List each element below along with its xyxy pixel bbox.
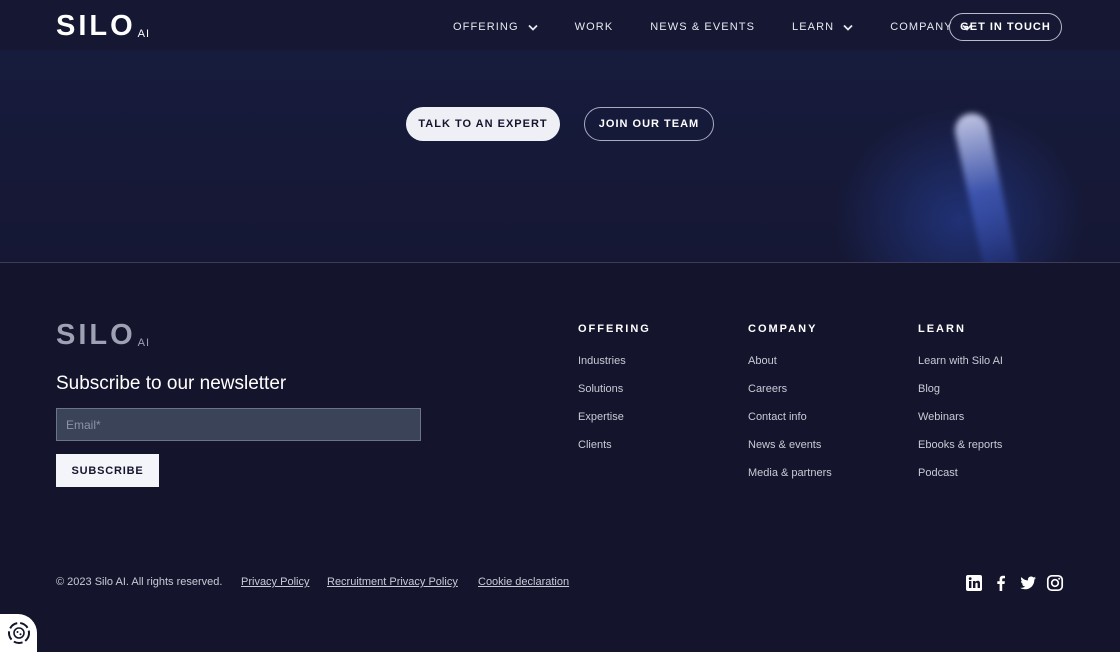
talk-to-expert-button[interactable]: TALK TO AN EXPERT [406, 107, 560, 141]
join-our-team-button[interactable]: JOIN OUR TEAM [584, 107, 714, 141]
recruitment-privacy-link[interactable]: Recruitment Privacy Policy [327, 576, 458, 588]
hero-glow [0, 50, 1120, 263]
column-heading: LEARN [918, 323, 966, 335]
column-heading: COMPANY [748, 323, 818, 335]
cookie-settings-button[interactable] [0, 614, 37, 652]
footer-link[interactable]: Industries [578, 354, 651, 382]
nav-item-label: NEWS & EVENTS [650, 21, 756, 33]
cookie-declaration-link[interactable]: Cookie declaration [478, 576, 569, 588]
footer-link[interactable]: Clients [578, 438, 651, 466]
footer-link[interactable]: News & events [748, 438, 832, 466]
footer-link[interactable]: Podcast [918, 466, 1003, 494]
facebook-icon[interactable] [992, 574, 1010, 592]
column-heading: OFFERING [578, 323, 651, 335]
nav-item-work[interactable]: WORK [575, 21, 614, 33]
main-nav: OFFERING WORK NEWS & EVENTS LEARN COMPAN… [453, 13, 1009, 41]
nav-item-label: LEARN [792, 21, 835, 33]
footer-link[interactable]: Blog [918, 382, 1003, 410]
copyright-text: © 2023 Silo AI. All rights reserved. [56, 576, 223, 588]
twitter-icon[interactable] [1019, 574, 1037, 592]
footer-link[interactable]: Expertise [578, 410, 651, 438]
nav-item-label: OFFERING [453, 21, 519, 33]
linkedin-icon[interactable] [965, 574, 983, 592]
cookie-settings-icon [7, 622, 30, 644]
chevron-down-icon [843, 24, 853, 31]
footer-column-company: COMPANY About Careers Contact info News … [748, 323, 832, 494]
footer-link[interactable]: Solutions [578, 382, 651, 410]
logo-suffix: AI [137, 337, 151, 349]
nav-item-label: COMPANY [890, 21, 953, 33]
footer-link[interactable]: Contact info [748, 410, 832, 438]
footer-link[interactable]: About [748, 354, 832, 382]
footer-link[interactable]: Ebooks & reports [918, 438, 1003, 466]
footer-column-learn: LEARN Learn with Silo AI Blog Webinars E… [918, 323, 1003, 494]
nav-item-label: WORK [574, 21, 614, 33]
footer-link[interactable]: Media & partners [748, 466, 832, 494]
footer-logo[interactable]: SILO AI [56, 321, 150, 350]
email-field[interactable] [56, 408, 421, 441]
logo-suffix: AI [137, 28, 151, 40]
site-logo[interactable]: SILO AI [56, 12, 150, 41]
logo-wordmark: SILO [56, 319, 136, 351]
section-divider [0, 262, 1120, 263]
nav-item-learn[interactable]: LEARN [792, 21, 853, 33]
subscribe-button[interactable]: SUBSCRIBE [56, 454, 159, 487]
chevron-down-icon [528, 24, 538, 31]
footer-link[interactable]: Webinars [918, 410, 1003, 438]
logo-wordmark: SILO [56, 10, 136, 42]
privacy-policy-link[interactable]: Privacy Policy [241, 576, 309, 588]
footer-link[interactable]: Learn with Silo AI [918, 354, 1003, 382]
nav-item-news-events[interactable]: NEWS & EVENTS [650, 21, 755, 33]
footer-column-offering: OFFERING Industries Solutions Expertise … [578, 323, 651, 466]
newsletter-title: Subscribe to our newsletter [56, 373, 287, 394]
footer-link[interactable]: Careers [748, 382, 832, 410]
instagram-icon[interactable] [1046, 574, 1064, 592]
nav-item-offering[interactable]: OFFERING [453, 21, 538, 33]
get-in-touch-button[interactable]: GET IN TOUCH [949, 13, 1062, 41]
